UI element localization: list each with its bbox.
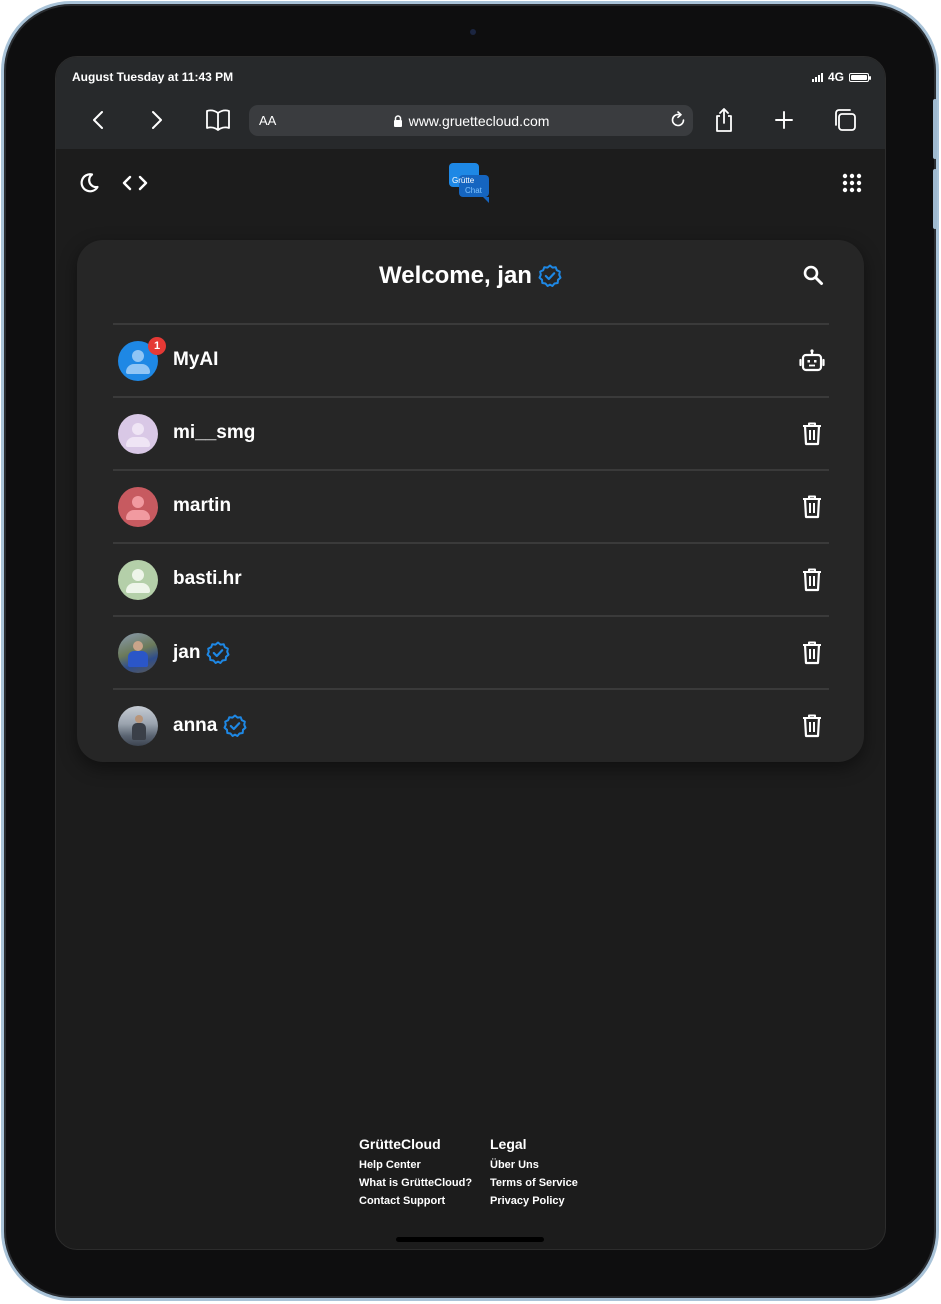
chevron-left-icon xyxy=(93,111,103,129)
dark-mode-toggle[interactable] xyxy=(75,169,103,197)
unread-badge: 1 xyxy=(148,337,166,355)
network-label: 4G xyxy=(827,70,844,84)
developer-button[interactable] xyxy=(121,169,149,197)
about-us-link[interactable]: Über Uns xyxy=(490,1156,630,1174)
home-indicator[interactable] xyxy=(396,1237,544,1242)
contact-name: martin xyxy=(173,495,231,517)
url-display: www.gruettecloud.com xyxy=(249,113,693,129)
trash-icon xyxy=(803,422,821,446)
chat-list-card: Welcome, jan 1 MyAI mi__smg martin basti… xyxy=(77,240,864,762)
footer-heading: GrütteCloud xyxy=(359,1136,441,1152)
book-icon xyxy=(206,109,230,131)
contact-name-text: martin xyxy=(173,495,232,516)
front-camera xyxy=(470,29,476,35)
share-button[interactable] xyxy=(709,105,739,135)
footer-column-gruettecloud: GrütteCloud Help Center What is GrütteCl… xyxy=(359,1136,499,1210)
contact-name: MyAI xyxy=(173,349,218,371)
search-icon xyxy=(803,265,823,285)
contact-name: basti.hr xyxy=(173,568,242,590)
trash-icon xyxy=(803,568,821,592)
delete-chat-button[interactable] xyxy=(799,640,825,666)
contact-name: jan xyxy=(173,641,230,665)
verified-badge-icon xyxy=(538,264,562,287)
search-button[interactable] xyxy=(802,264,826,288)
app-logo[interactable]: Grütte Chat xyxy=(449,163,493,205)
back-button[interactable] xyxy=(83,105,113,135)
ai-settings-button[interactable] xyxy=(799,348,825,374)
avatar xyxy=(118,487,158,527)
reload-icon[interactable] xyxy=(669,111,687,129)
logo-text-top: Grütte xyxy=(452,176,475,185)
chevron-right-icon xyxy=(152,111,162,129)
verified-badge-icon xyxy=(206,641,230,664)
code-icon xyxy=(122,175,148,191)
tabs-icon xyxy=(835,109,856,131)
share-icon xyxy=(716,108,732,132)
volume-button-2 xyxy=(933,169,937,229)
avatar xyxy=(118,414,158,454)
new-tab-button[interactable] xyxy=(769,105,799,135)
trash-icon xyxy=(803,495,821,519)
contact-name: mi__smg xyxy=(173,422,255,444)
status-bar: August Tuesday at 11:43 PM 4G xyxy=(56,57,885,91)
contact-name: anna xyxy=(173,714,247,738)
contact-name-text: anna xyxy=(173,715,218,736)
browser-toolbar: AA www.gruettecloud.com xyxy=(56,91,885,149)
welcome-text: Welcome, jan xyxy=(379,262,532,289)
delete-chat-button[interactable] xyxy=(799,713,825,739)
robot-icon xyxy=(799,349,825,372)
contact-support-link[interactable]: Contact Support xyxy=(359,1192,499,1210)
avatar xyxy=(118,560,158,600)
profile-photo xyxy=(118,633,158,673)
contact-name-text: MyAI xyxy=(173,349,219,370)
tabs-button[interactable] xyxy=(830,105,860,135)
delete-chat-button[interactable] xyxy=(799,421,825,447)
contact-row-myai[interactable]: 1 MyAI xyxy=(113,323,829,396)
status-indicators: 4G xyxy=(811,70,871,84)
welcome-heading: Welcome, jan xyxy=(77,262,864,290)
contact-row-anna[interactable]: anna xyxy=(113,688,829,761)
plus-icon xyxy=(775,111,793,129)
privacy-link[interactable]: Privacy Policy xyxy=(490,1192,630,1210)
logo-text-bottom: Chat xyxy=(465,186,482,195)
forward-button[interactable] xyxy=(142,105,172,135)
battery-icon xyxy=(849,72,871,82)
help-center-link[interactable]: Help Center xyxy=(359,1156,499,1174)
contact-row-basti-hr[interactable]: basti.hr xyxy=(113,542,829,615)
contact-row-jan[interactable]: jan xyxy=(113,615,829,688)
profile-photo xyxy=(118,706,158,746)
delete-chat-button[interactable] xyxy=(799,494,825,520)
screen: August Tuesday at 11:43 PM 4G AA www.gru… xyxy=(55,56,886,1250)
footer-heading: Legal xyxy=(490,1136,527,1152)
what-is-link[interactable]: What is GrütteCloud? xyxy=(359,1174,499,1192)
status-time: August Tuesday at 11:43 PM xyxy=(72,70,234,84)
signal-icon xyxy=(811,72,823,82)
trash-icon xyxy=(803,641,821,665)
terms-link[interactable]: Terms of Service xyxy=(490,1174,630,1192)
contact-row-mi-smg[interactable]: mi__smg xyxy=(113,396,829,469)
lock-icon xyxy=(393,115,402,127)
delete-chat-button[interactable] xyxy=(799,567,825,593)
grid-icon xyxy=(842,173,862,193)
address-bar[interactable]: AA www.gruettecloud.com xyxy=(249,105,693,136)
bookmarks-button[interactable] xyxy=(203,105,233,135)
footer-column-legal: Legal Über Uns Terms of Service Privacy … xyxy=(490,1136,630,1210)
contact-row-martin[interactable]: martin xyxy=(113,469,829,542)
app-header: Grütte Chat xyxy=(56,149,885,219)
trash-icon xyxy=(803,714,821,738)
url-text: www.gruettecloud.com xyxy=(408,113,550,129)
contact-name-text: jan xyxy=(173,642,201,663)
verified-badge-icon xyxy=(223,714,247,737)
contact-list: 1 MyAI mi__smg martin basti.hr jan anna xyxy=(113,323,829,761)
moon-icon xyxy=(80,173,99,193)
contact-name-text: mi__smg xyxy=(173,422,256,443)
apps-menu-button[interactable] xyxy=(838,169,866,197)
volume-button xyxy=(933,99,937,159)
contact-name-text: basti.hr xyxy=(173,568,242,589)
